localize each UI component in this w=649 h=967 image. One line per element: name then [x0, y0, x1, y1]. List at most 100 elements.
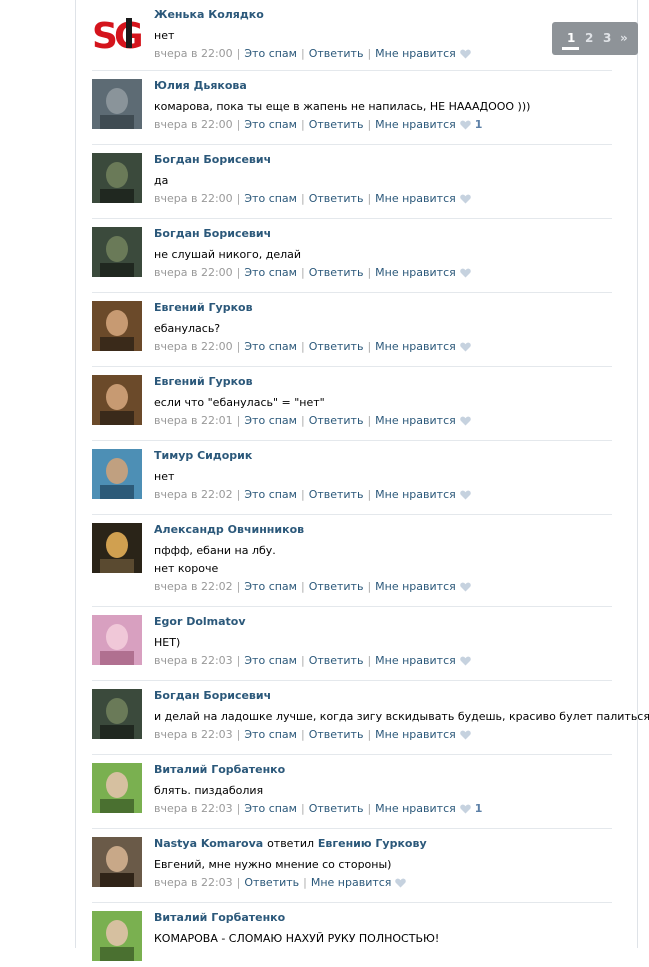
heart-icon[interactable] — [459, 804, 471, 818]
author-name[interactable]: Nastya Komarova — [154, 837, 263, 850]
comment-text: КОМАРОВА - СЛОМАЮ НАХУЙ РУКУ ПОЛНОСТЬЮ! — [154, 931, 612, 946]
comment-line: Евгений, мне нужно мнение со стороны) — [154, 858, 392, 871]
spam-link[interactable]: Это спам — [244, 414, 297, 427]
heart-icon[interactable] — [459, 582, 471, 596]
avatar[interactable] — [92, 615, 142, 665]
reply-link[interactable]: Ответить — [309, 802, 364, 815]
like-link[interactable]: Мне нравится — [375, 488, 456, 501]
like-link[interactable]: Мне нравится — [375, 192, 456, 205]
heart-icon[interactable] — [459, 49, 471, 63]
like-count: 1 — [474, 802, 483, 815]
comments-feed: SGЖенька Колядконетвчера в 22:00|Это спа… — [92, 0, 649, 967]
like-link[interactable]: Мне нравится — [375, 802, 456, 815]
replied-to-link[interactable]: Евгению Гуркову — [318, 837, 427, 850]
avatar[interactable]: SG — [92, 8, 142, 58]
spam-link[interactable]: Это спам — [244, 47, 297, 60]
author-name[interactable]: Женька Колядко — [154, 8, 264, 21]
spam-link[interactable]: Это спам — [244, 118, 297, 131]
like-link[interactable]: Мне нравится — [375, 728, 456, 741]
spam-link[interactable]: Это спам — [244, 488, 297, 501]
author-name[interactable]: Виталий Горбатенко — [154, 911, 285, 924]
heart-icon[interactable] — [459, 194, 471, 208]
pagination: 1 2 3 » — [552, 22, 638, 55]
comment-line: нет — [154, 470, 175, 483]
reply-link[interactable]: Ответить — [309, 488, 364, 501]
author-name[interactable]: Александр Овчинников — [154, 523, 304, 536]
spam-link[interactable]: Это спам — [244, 192, 297, 205]
comment-line: пффф, ебани на лбу. — [154, 544, 276, 557]
like-link[interactable]: Мне нравится — [375, 266, 456, 279]
heart-icon[interactable] — [395, 878, 407, 892]
author-name[interactable]: Богдан Борисевич — [154, 689, 271, 702]
spam-link[interactable]: Это спам — [244, 266, 297, 279]
comment-line: КОМАРОВА - СЛОМАЮ НАХУЙ РУКУ ПОЛНОСТЬЮ! — [154, 932, 440, 945]
reply-link[interactable]: Ответить — [309, 118, 364, 131]
spam-link[interactable]: Это спам — [244, 802, 297, 815]
author-name[interactable]: Евгений Гурков — [154, 375, 253, 388]
avatar[interactable] — [92, 301, 142, 351]
author-name[interactable]: Тимур Сидорик — [154, 449, 252, 462]
like-link[interactable]: Мне нравится — [311, 876, 392, 889]
reply-link[interactable]: Ответить — [309, 340, 364, 353]
avatar[interactable] — [92, 911, 142, 961]
avatar[interactable] — [92, 227, 142, 277]
reply-link[interactable]: Ответить — [309, 414, 364, 427]
author-name[interactable]: Виталий Горбатенко — [154, 763, 285, 776]
page-3-link[interactable]: 3 — [603, 31, 611, 45]
avatar[interactable] — [92, 689, 142, 739]
avatar[interactable] — [92, 523, 142, 573]
timestamp: вчера в 22:02 — [154, 488, 233, 501]
comment-text: ебанулась? — [154, 321, 612, 336]
timestamp: вчера в 22:03 — [154, 728, 233, 741]
author-name[interactable]: Богдан Борисевич — [154, 227, 271, 240]
avatar[interactable] — [92, 837, 142, 887]
spam-link[interactable]: Это спам — [244, 340, 297, 353]
spam-link[interactable]: Это спам — [244, 654, 297, 667]
author-name[interactable]: Egor Dolmatov — [154, 615, 246, 628]
next-page-icon[interactable]: » — [620, 31, 628, 45]
like-link[interactable]: Мне нравится — [375, 580, 456, 593]
like-link[interactable]: Мне нравится — [375, 47, 456, 60]
spam-link[interactable]: Это спам — [244, 728, 297, 741]
reply-link[interactable]: Ответить — [309, 192, 364, 205]
heart-icon[interactable] — [459, 120, 471, 134]
avatar[interactable] — [92, 153, 142, 203]
comment-text: нет — [154, 469, 612, 484]
timestamp: вчера в 22:00 — [154, 47, 233, 60]
heart-icon[interactable] — [459, 268, 471, 282]
avatar[interactable] — [92, 449, 142, 499]
reply-link[interactable]: Ответить — [309, 580, 364, 593]
author-name[interactable]: Юлия Дьякова — [154, 79, 247, 92]
comment-line: нет — [154, 29, 175, 42]
reply-link[interactable]: Ответить — [244, 876, 299, 889]
comment-text: блять. пиздаболия — [154, 783, 612, 798]
avatar[interactable] — [92, 763, 142, 813]
page-2-link[interactable]: 2 — [585, 31, 593, 45]
like-link[interactable]: Мне нравится — [375, 654, 456, 667]
author-name[interactable]: Богдан Борисевич — [154, 153, 271, 166]
comment-line: комарова, пока ты еще в жапень не напила… — [154, 100, 531, 113]
heart-icon[interactable] — [459, 656, 471, 670]
comment-line: ебанулась? — [154, 322, 221, 335]
reply-link[interactable]: Ответить — [309, 47, 364, 60]
heart-icon[interactable] — [459, 342, 471, 356]
page-1-link[interactable]: 1 — [567, 31, 575, 45]
reply-link[interactable]: Ответить — [309, 266, 364, 279]
heart-icon[interactable] — [459, 490, 471, 504]
author-name[interactable]: Евгений Гурков — [154, 301, 253, 314]
avatar[interactable] — [92, 79, 142, 129]
like-link[interactable]: Мне нравится — [375, 118, 456, 131]
comment-item: Тимур Сидорик нет вчера в 22:02 | Это спам | О… — [92, 441, 612, 515]
heart-icon[interactable] — [459, 730, 471, 744]
current-page-indicator — [562, 47, 579, 50]
spam-link[interactable]: Это спам — [244, 580, 297, 593]
reply-link[interactable]: Ответить — [309, 728, 364, 741]
like-link[interactable]: Мне нравится — [375, 414, 456, 427]
avatar[interactable] — [92, 375, 142, 425]
heart-icon[interactable] — [459, 416, 471, 430]
reply-link[interactable]: Ответить — [309, 654, 364, 667]
like-count: 1 — [474, 118, 483, 131]
like-link[interactable]: Мне нравится — [375, 340, 456, 353]
comment-item: Богдан Борисевич не слушай никого, делай в… — [92, 219, 612, 293]
timestamp: вчера в 22:03 — [154, 802, 233, 815]
